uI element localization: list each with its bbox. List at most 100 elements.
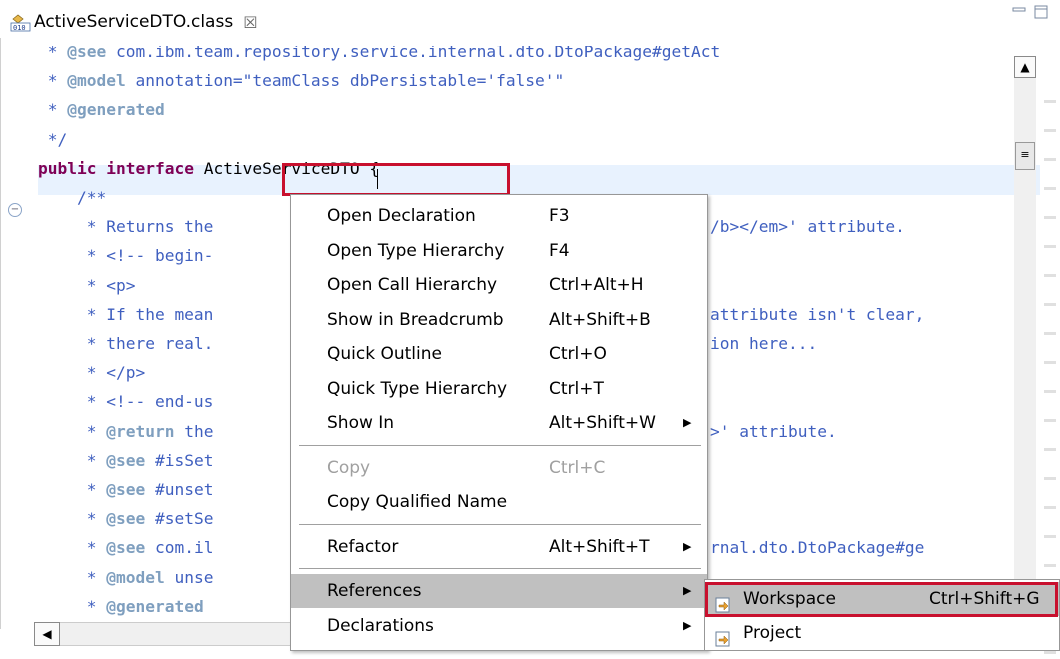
submenu-arrow-icon: ▶ <box>683 618 692 632</box>
selected-type-name-highlight <box>282 163 510 196</box>
overview-mark[interactable] <box>1044 187 1056 190</box>
menu-item-label: Quick Type Hierarchy <box>327 378 508 399</box>
menu-item-shortcut: Alt+Shift+W <box>549 413 656 433</box>
menu-item-refactor[interactable]: Refactor Alt+Shift+T ▶ <box>291 530 707 564</box>
menu-item-shortcut: Alt+Shift+T <box>549 536 650 557</box>
overview-mark[interactable] <box>1044 274 1056 277</box>
scroll-up-arrow-icon[interactable]: ▲ <box>1014 56 1036 78</box>
code-line: * Returns the <box>38 213 214 241</box>
close-icon[interactable]: ☒ <box>243 13 257 32</box>
menu-item-quick-type-hierarchy[interactable]: Quick Type Hierarchy Ctrl+T <box>291 372 707 406</box>
overview-mark[interactable] <box>1044 216 1056 219</box>
code-line: * @see #unset <box>38 476 214 504</box>
code-token: * </p> <box>38 363 146 383</box>
overview-mark[interactable] <box>1044 390 1056 393</box>
code-line: * <p> <box>38 272 136 300</box>
submenu-arrow-icon: ▶ <box>683 416 692 429</box>
code-token: * <box>38 450 107 470</box>
overview-mark[interactable] <box>1044 129 1056 132</box>
code-token: @generated <box>67 100 165 120</box>
code-token: annotation="teamClass dbPersistable='fal… <box>125 71 565 91</box>
menu-item-label: Open Declaration <box>327 206 476 226</box>
code-token: @model <box>67 71 126 91</box>
menu-item-copy[interactable]: Copy Ctrl+C <box>291 451 707 485</box>
menu-item-show-in[interactable]: Show In Alt+Shift+W ▶ <box>291 406 707 440</box>
code-line: * @generated <box>38 96 165 124</box>
menu-item-label: Copy Qualified Name <box>327 492 508 512</box>
horizontal-scrollbar[interactable] <box>34 622 294 646</box>
submenu-arrow-icon: ▶ <box>683 584 692 597</box>
overview-mark[interactable] <box>1044 361 1056 364</box>
code-token: @see <box>106 450 146 470</box>
code-token: public <box>38 158 97 178</box>
overview-mark[interactable] <box>1044 564 1056 567</box>
menu-item-references[interactable]: References ▶ <box>291 574 707 608</box>
scroll-thumb[interactable]: ≡ <box>1015 142 1035 170</box>
minimize-icon[interactable] <box>1012 4 1026 18</box>
overview-mark[interactable] <box>1044 535 1056 538</box>
editor-tab-bar: 010 ActiveServiceDTO.class ☒ <box>0 0 1060 38</box>
code-token: @see <box>106 480 146 499</box>
overview-mark[interactable] <box>1044 158 1056 161</box>
code-token: @see <box>106 509 146 529</box>
code-token: * <box>38 46 68 61</box>
menu-item-show-in-breadcrumb[interactable]: Show in Breadcrumb Alt+Shift+B <box>291 303 707 337</box>
code-line: * @see #setSe <box>38 505 214 533</box>
code-line: * <!-- end-us <box>38 388 214 416</box>
code-line: * @return the <box>38 418 214 446</box>
code-token: #unset <box>145 480 214 499</box>
editor-tab[interactable]: 010 ActiveServiceDTO.class ☒ <box>10 6 258 38</box>
code-line-fragment: rnal.dto.DtoPackage#ge <box>710 538 925 558</box>
overview-ruler <box>1040 40 1060 654</box>
code-token: com.ibm.team.repository.service.internal… <box>106 46 721 61</box>
class-file-icon: 010 <box>10 12 32 32</box>
code-token: * there real. <box>38 334 214 353</box>
tab-title: ActiveServiceDTO.class <box>34 12 234 32</box>
search-scope-icon <box>715 625 731 647</box>
fold-collapse-icon[interactable]: − <box>8 203 22 217</box>
code-line-fragment: /b></em>' attribute. <box>710 217 905 237</box>
overview-mark[interactable] <box>1044 332 1056 335</box>
menu-item-label: Show in Breadcrumb <box>327 309 504 330</box>
code-token: interface <box>106 158 194 178</box>
menu-item-label: Quick Outline <box>327 344 442 364</box>
menu-item-open-type-hierarchy[interactable]: Open Type Hierarchy F4 <box>291 234 707 268</box>
scroll-left-arrow-icon[interactable]: ◀ <box>34 622 60 646</box>
code-token: @see <box>106 538 146 558</box>
submenu-item-project[interactable]: Project <box>705 616 1059 650</box>
overview-mark[interactable] <box>1044 303 1056 306</box>
overview-mark[interactable] <box>1044 506 1056 509</box>
menu-item-label: Copy <box>327 457 371 478</box>
menu-item-shortcut: Ctrl+C <box>549 457 606 478</box>
code-line: */ <box>38 126 68 154</box>
menu-item-open-call-hierarchy[interactable]: Open Call Hierarchy Ctrl+Alt+H <box>291 268 707 302</box>
maximize-icon[interactable] <box>1034 4 1048 19</box>
workspace-item-highlight <box>705 582 1058 617</box>
submenu-arrow-icon: ▶ <box>683 539 692 553</box>
overview-mark[interactable] <box>1044 448 1056 451</box>
menu-item-label: Refactor <box>327 536 399 557</box>
submenu-item-label: Project <box>743 623 802 643</box>
code-token: * <box>38 480 107 499</box>
menu-separator <box>299 444 701 446</box>
overview-mark[interactable] <box>1044 651 1056 654</box>
code-token: * Returns the <box>38 217 214 237</box>
menu-item-declarations[interactable]: Declarations ▶ <box>291 609 707 643</box>
menu-item-open-declaration[interactable]: Open Declaration F3 <box>291 199 707 233</box>
overview-mark[interactable] <box>1044 245 1056 248</box>
overview-mark[interactable] <box>1044 100 1056 103</box>
menu-item-shortcut: Alt+Shift+B <box>549 309 651 330</box>
menu-item-copy-qualified-name[interactable]: Copy Qualified Name <box>291 485 707 519</box>
menu-item-shortcut: Ctrl+O <box>549 344 607 364</box>
code-token: * <!-- end-us <box>38 392 214 412</box>
overview-mark[interactable] <box>1044 419 1056 422</box>
code-token: #isSet <box>145 450 214 470</box>
menu-item-quick-outline[interactable]: Quick Outline Ctrl+O <box>291 337 707 371</box>
code-token: * If the mean <box>38 304 214 324</box>
menu-item-label: References <box>327 581 422 601</box>
menu-item-shortcut: Ctrl+Alt+H <box>549 275 644 295</box>
menu-item-label: Declarations <box>327 615 434 636</box>
context-menu: Open Declaration F3 Open Type Hierarchy F4 O… <box>290 194 708 651</box>
overview-mark[interactable] <box>1044 477 1056 480</box>
